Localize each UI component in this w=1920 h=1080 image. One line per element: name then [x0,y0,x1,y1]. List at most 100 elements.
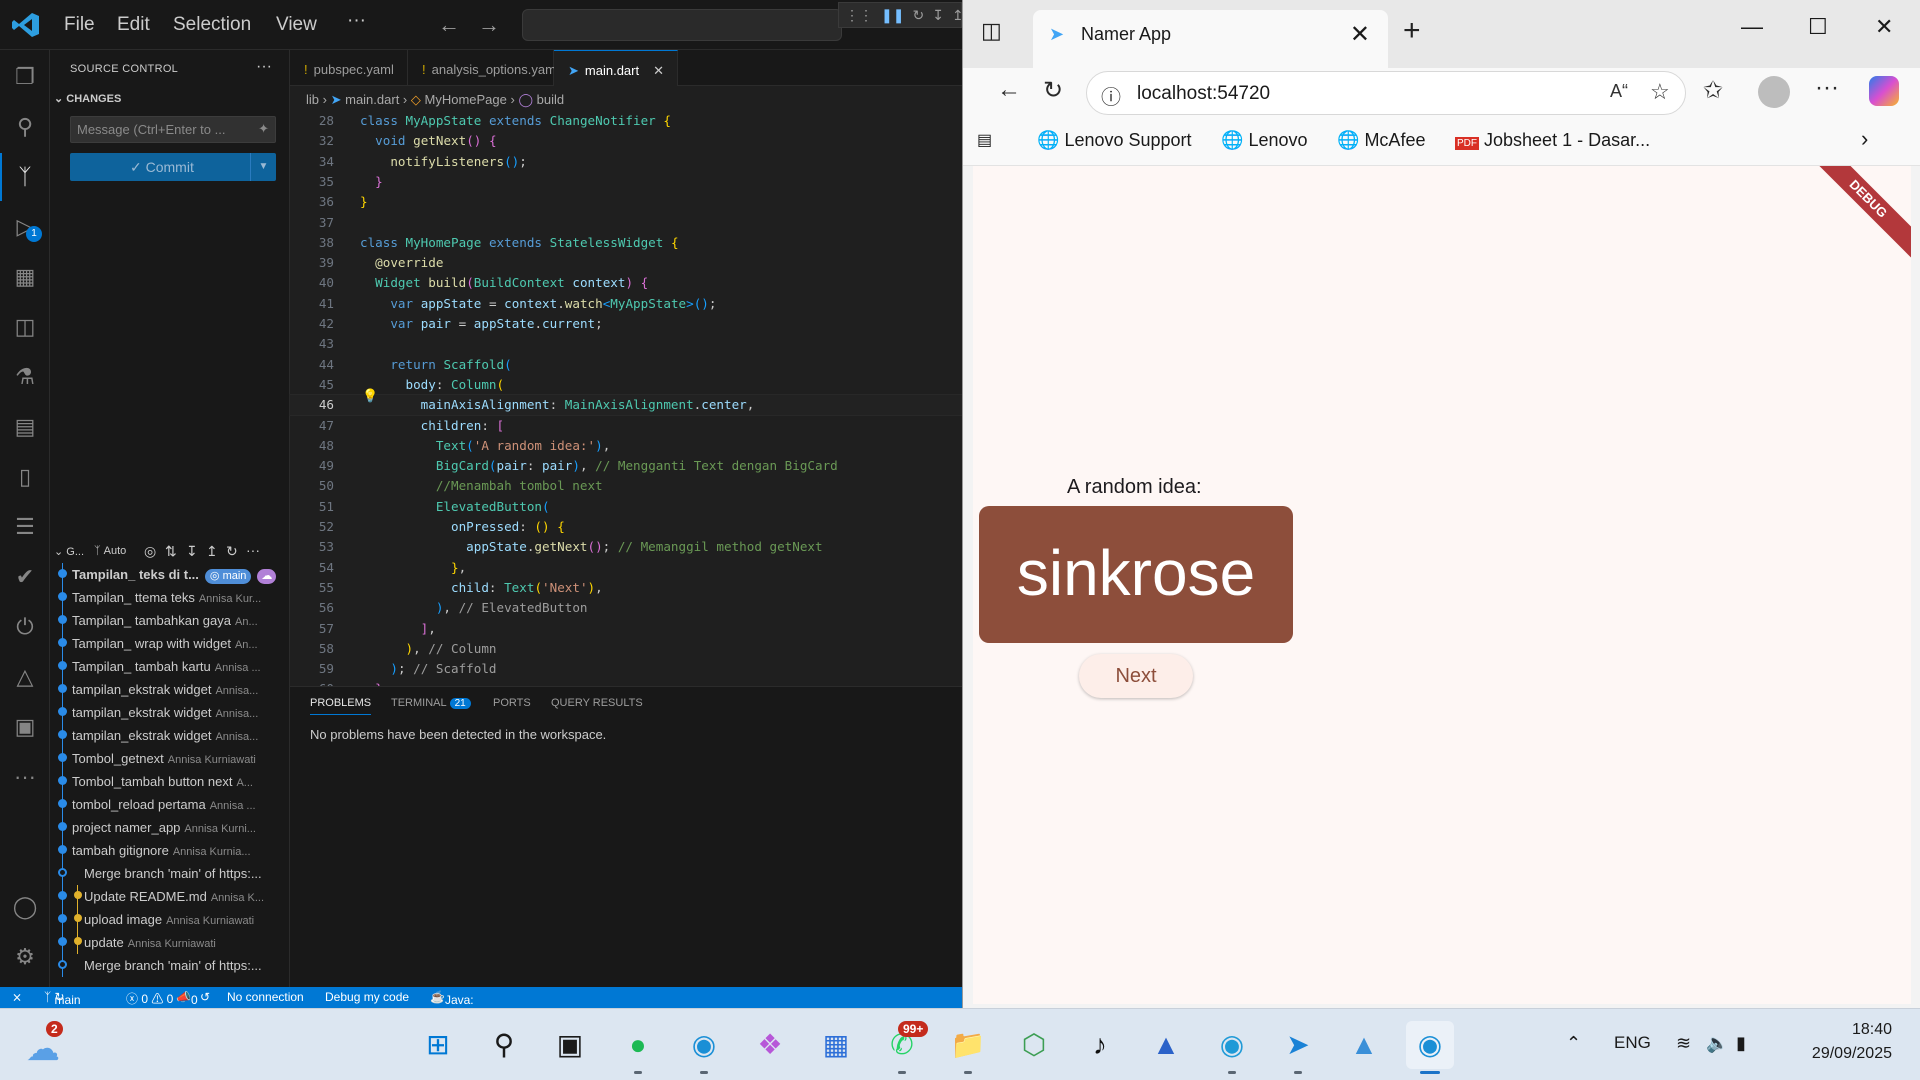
code-line[interactable]: 50 //Menambah tombol next [290,476,962,496]
app-blue-icon[interactable]: ◉ [1208,1021,1256,1069]
code-line[interactable]: 57 ], [290,619,962,639]
sparkle-icon[interactable]: ✦ [258,121,269,137]
nav-back-icon[interactable]: ← [438,12,460,38]
power-icon[interactable]: ⏻ [10,612,40,642]
code-line[interactable]: 46 mainAxisAlignment: MainAxisAlignment.… [289,394,962,416]
commit-row[interactable]: Tampilan_ teks di t... ◎ main ☁ [50,563,290,586]
testing-icon[interactable]: ⚗ [10,362,40,392]
code-line[interactable]: 32 void getNext() { [290,131,962,151]
tab-main-dart[interactable]: ➤ main.dart ✕ [554,50,678,86]
graph-fetch-icon[interactable]: ⇅ [165,543,177,560]
photos-icon[interactable]: ▲ [1340,1021,1388,1069]
code-line[interactable]: 55 child: Text('Next'), [290,578,962,598]
source-control-icon[interactable]: ᛉ [10,162,40,192]
tab-actions-icon[interactable]: ◫ [981,18,1002,44]
code-line[interactable]: 40 Widget build(BuildContext context) { [290,273,962,293]
more-views-icon[interactable]: ··· [10,762,40,792]
browser-tab-close-icon[interactable]: ✕ [1350,20,1370,49]
code-line[interactable]: 49 BigCard(pair: pair), // Mengganti Tex… [290,456,962,476]
code-line[interactable]: 58 ), // Column [290,639,962,659]
edge-taskbar-icon[interactable]: ◉ [680,1021,728,1069]
maximize-icon[interactable]: ☐ [1808,14,1828,40]
graph-refresh-icon[interactable]: ↻ [226,543,238,560]
store-icon[interactable]: ▦ [812,1021,860,1069]
menu-file[interactable]: File [64,14,95,36]
clock-time[interactable]: 18:40 [1820,1021,1892,1039]
window-close-icon[interactable]: ✕ [1875,14,1893,40]
status-ports[interactable]: 📣 0 [176,990,198,1007]
code-line[interactable]: 59 ); // Scaffold [290,659,962,679]
commit-row[interactable]: tampilan_ekstrak widget Annisa... [50,701,290,724]
status-java[interactable]: ☕ Java: Ready [430,990,480,1008]
favorite-star-icon[interactable]: ☆ [1650,79,1670,105]
vscode-taskbar-icon[interactable]: ➤ [1274,1021,1322,1069]
next-button[interactable]: Next [1079,654,1193,698]
code-line[interactable]: 44 return Scaffold( [290,355,962,375]
step-out-icon[interactable]: ↥ [952,7,962,24]
favorites-icon[interactable]: ✩ [1703,76,1723,105]
tray-overflow-icon[interactable]: ⌃ [1566,1033,1581,1054]
commit-dropdown-icon[interactable]: ▼ [250,153,276,181]
language-indicator[interactable]: ENG [1614,1033,1651,1053]
new-tab-icon[interactable]: + [1403,14,1421,48]
commit-row[interactable]: Tampilan_ tambah kartu Annisa ... [50,655,290,678]
battery-icon[interactable]: ▮ [1736,1033,1746,1054]
commit-row[interactable]: Merge branch 'main' of https:... [50,862,290,885]
code-line[interactable]: 41 var appState = context.watch<MyAppSta… [290,294,962,314]
code-line[interactable]: 47 children: [ [290,416,962,436]
wifi-icon[interactable]: ≋ [1676,1033,1691,1054]
graph-more-icon[interactable]: ··· [246,542,260,558]
breadcrumb-lib[interactable]: lib [306,92,319,107]
fav-mcafee[interactable]: 🌐 McAfee [1337,130,1425,151]
commit-row[interactable]: tampilan_ekstrak widget Annisa... [50,678,290,701]
step-over-icon[interactable]: ↻ [912,7,924,24]
panel-tab-query-results[interactable]: QUERY RESULTS [551,697,643,709]
database-icon[interactable]: ▤ [10,412,40,442]
address-bar[interactable]: ⓘ localhost:54720 A“ ☆ [1086,71,1686,115]
changes-section-header[interactable]: ⌄ CHANGES [54,92,121,105]
status-branch[interactable]: ᛉ main ↻ [44,990,81,1007]
flutter-icon[interactable]: △ [10,662,40,692]
browser-tab[interactable]: ➤ Namer App ✕ [1033,10,1388,68]
commit-row[interactable]: Tampilan_ tambahkan gaya An... [50,609,290,632]
remote-icon[interactable]: ⨯ [12,990,22,1004]
panel-tab-ports[interactable]: PORTS [493,697,531,709]
taskbar-search-icon[interactable]: ⚲ [480,1021,528,1069]
command-center[interactable] [522,9,842,41]
panel-tab-terminal[interactable]: TERMINAL 21 [391,697,471,709]
menu-edit[interactable]: Edit [117,14,150,36]
commit-row[interactable]: Tombol_getnext Annisa Kurniawati [50,747,290,770]
code-line[interactable]: 37 [290,213,962,233]
code-line[interactable]: 42 var pair = appState.current; [290,314,962,334]
read-aloud-icon[interactable]: A“ [1610,81,1628,102]
nav-forward-icon[interactable]: → [478,12,500,38]
graph-branch-selector[interactable]: ᛉ Auto [94,545,126,557]
browser-menu-icon[interactable]: ··· [1815,74,1839,102]
start-icon[interactable]: ⊞ [414,1021,462,1069]
code-line[interactable]: 53 appState.getNext(); // Memanggil meth… [290,537,962,557]
pause-icon[interactable]: ❚❚ [881,7,904,24]
extensions-icon[interactable]: ▦ [10,262,40,292]
fav-lenovo[interactable]: 🌐 Lenovo [1221,130,1308,151]
commit-row[interactable]: tampilan_ekstrak widget Annisa... [50,724,290,747]
commit-row[interactable]: Tampilan_ wrap with widget An... [50,632,290,655]
inspect-icon[interactable]: ▣ [10,712,40,742]
settings-gear-icon[interactable]: ⚙ [10,942,40,972]
code-line[interactable]: 36} [290,192,962,212]
browser-back-icon[interactable]: ← [997,76,1021,104]
commit-row[interactable]: Tampilan_ ttema teks Annisa Kur... [50,586,290,609]
commit-row[interactable]: project namer_app Annisa Kurni... [50,816,290,839]
book-icon[interactable]: ▯ [10,462,40,492]
status-connection[interactable]: No connection [227,990,304,1004]
panel-tab-problems[interactable]: PROBLEMS [310,697,372,715]
task-view-icon[interactable]: ▣ [546,1021,594,1069]
code-line[interactable]: 28 class MyAppState extends ChangeNotifie… [290,111,962,131]
graph-section-toggle[interactable]: ⌄ G... [54,545,84,558]
spotify-icon[interactable]: ● [614,1021,662,1069]
browser-reload-icon[interactable]: ↻ [1043,76,1063,105]
clock-date[interactable]: 29/09/2025 [1798,1045,1892,1063]
commit-row[interactable]: tambah gitignore Annisa Kurnia... [50,839,290,862]
status-problems[interactable]: ⓧ 0 ⚠ 0 [126,990,173,1007]
sidebar-more-icon[interactable]: ··· [256,58,272,76]
code-line[interactable]: 56 ), // ElevatedButton [290,598,962,618]
